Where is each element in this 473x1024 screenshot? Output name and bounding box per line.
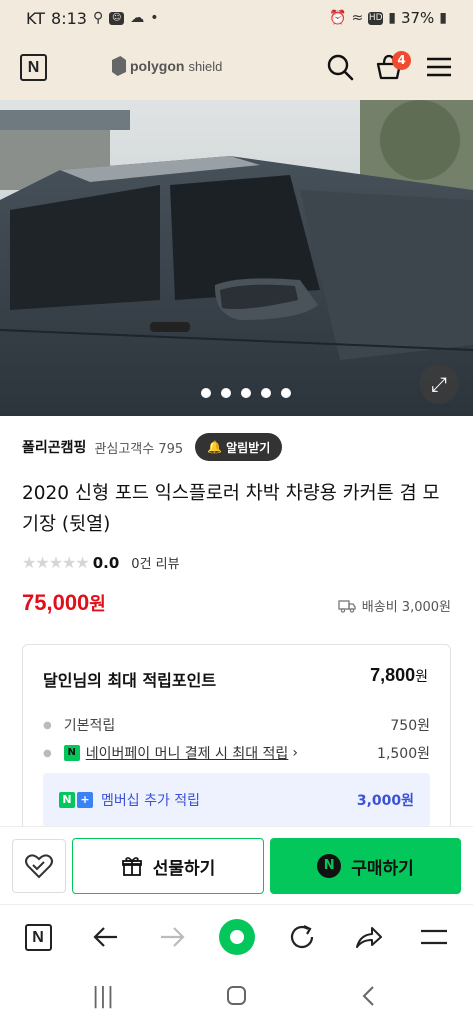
back-icon[interactable] (354, 982, 384, 1010)
home-icon[interactable] (221, 982, 251, 1010)
store-name[interactable]: 폴리곤캠핑 (22, 437, 86, 457)
store-info-row: 폴리곤캠핑 관심고객수 795 🔔 알림받기 (22, 433, 283, 461)
signal-icon: ▮ (388, 10, 396, 26)
naver-home-icon[interactable]: N (20, 54, 47, 81)
gift-button[interactable]: 선물하기 (72, 838, 264, 894)
product-title: 2020 신형 포드 익스플로러 차박 차량용 카커튼 겸 모기장 (뒷열) (22, 483, 440, 535)
system-navigation-bar: ||| (0, 968, 473, 1024)
alarm-icon: ⏰ (329, 10, 347, 26)
buy-button-label: 구매하기 (351, 858, 414, 879)
product-image-carousel[interactable]: ⤢ (0, 100, 473, 416)
carousel-dot[interactable] (201, 388, 211, 398)
gift-button-label: 선물하기 (152, 858, 216, 879)
status-bar: KT 8:13 ⚲ ☺ ☁ • ⏰ ≈ HD ▮ 37% ▮ (0, 0, 473, 36)
carousel-indicator[interactable] (201, 388, 291, 398)
expand-image-icon[interactable]: ⤢ (419, 364, 459, 404)
npay-icon: N (63, 745, 80, 761)
naver-plus-icon: N + (59, 792, 93, 808)
product-photo (0, 100, 473, 416)
recent-apps-icon[interactable]: ||| (88, 982, 118, 1010)
hd-icon: HD (368, 11, 384, 25)
npay-points-row[interactable]: ● N 네이버페이 머니 결제 시 최대 적립 › 1,500원 (43, 743, 430, 763)
forward-arrow-icon[interactable] (156, 921, 188, 953)
rating-row: ★★★★★ 0.0 0건 리뷰 (22, 553, 180, 572)
share-icon[interactable] (352, 921, 384, 953)
search-notification-icon: ⚲ (92, 10, 104, 26)
rating-value: 0.0 (92, 553, 120, 572)
buy-button[interactable]: N 구매하기 (270, 838, 461, 894)
carousel-dot[interactable] (221, 388, 231, 398)
bell-plus-icon: 🔔 (207, 440, 223, 454)
cart-count-badge: 4 (392, 51, 411, 70)
price-unit: 원 (89, 594, 106, 614)
product-price: 75,000원 (22, 590, 106, 616)
carousel-dot[interactable] (261, 388, 271, 398)
basic-points-row: ● 기본적립 750원 (43, 715, 430, 735)
star-rating-icon: ★★★★★ (22, 553, 90, 572)
membership-label: 멤버십 추가 적립 (101, 793, 201, 809)
brand-name: polygon (130, 58, 185, 74)
store-followers: 관심고객수 795 (94, 441, 184, 457)
battery-percent: 37% (400, 9, 435, 27)
chevron-right-icon: › (292, 745, 298, 761)
carrier-label: KT (26, 8, 46, 28)
browser-toolbar: N (0, 904, 473, 968)
alarm-button-label: 알림받기 (226, 440, 271, 455)
bullet-icon: ● (43, 747, 52, 759)
shipping-fee: 배송비 3,000원 (361, 600, 451, 615)
points-total-unit: 원 (415, 668, 428, 684)
clock: 8:13 (51, 8, 87, 28)
basic-points-amount: 750원 (390, 718, 430, 734)
battery-icon: ▮ (439, 10, 447, 26)
brand-logo[interactable]: polygon shield (112, 56, 222, 76)
bullet-icon: ● (43, 719, 52, 731)
points-total-value: 7,800 (370, 665, 416, 685)
naver-pay-icon: N (317, 854, 342, 878)
review-count[interactable]: 0건 리뷰 (131, 553, 179, 572)
more-notifications-dot-icon: • (150, 10, 159, 26)
points-title: 달인님의 최대 적립포인트 (43, 671, 217, 690)
npay-points-amount: 1,500원 (377, 746, 430, 762)
refresh-icon[interactable] (286, 921, 318, 953)
brand-mark-icon (112, 56, 126, 76)
truck-icon (338, 599, 356, 613)
membership-points-box[interactable]: N + 멤버십 추가 적립 3,000원 (43, 773, 430, 827)
npay-points-link[interactable]: 네이버페이 머니 결제 시 최대 적립 (86, 743, 289, 763)
menu-icon[interactable] (418, 921, 450, 953)
basic-points-label: 기본적립 (63, 718, 116, 734)
alarm-subscribe-button[interactable]: 🔔 알림받기 (195, 433, 283, 461)
brand-suffix: shield (188, 58, 223, 74)
search-icon[interactable] (325, 52, 355, 82)
purchase-action-bar: 선물하기 N 구매하기 (0, 826, 473, 904)
shipping-info: 배송비 3,000원 (338, 596, 451, 615)
menu-icon[interactable] (424, 52, 454, 82)
green-dot-icon[interactable] (218, 918, 256, 956)
wifi-icon: ≈ (351, 10, 364, 26)
cloud-icon: ☁ (130, 10, 145, 26)
carousel-dot[interactable] (241, 388, 251, 398)
points-card: 달인님의 최대 적립포인트 7,800원 ● 기본적립 750원 ● N 네이버… (22, 644, 451, 844)
gift-icon (121, 857, 142, 876)
carousel-dot[interactable] (281, 388, 291, 398)
wishlist-button[interactable] (12, 839, 66, 893)
heart-check-icon (25, 854, 53, 879)
points-total: 7,800원 (370, 665, 428, 686)
price-value: 75,000 (22, 590, 90, 615)
back-arrow-icon[interactable] (90, 921, 122, 953)
naver-home-icon[interactable]: N (22, 921, 54, 953)
membership-amount: 3,000원 (356, 793, 414, 809)
app-notification-icon: ☺ (109, 11, 125, 25)
